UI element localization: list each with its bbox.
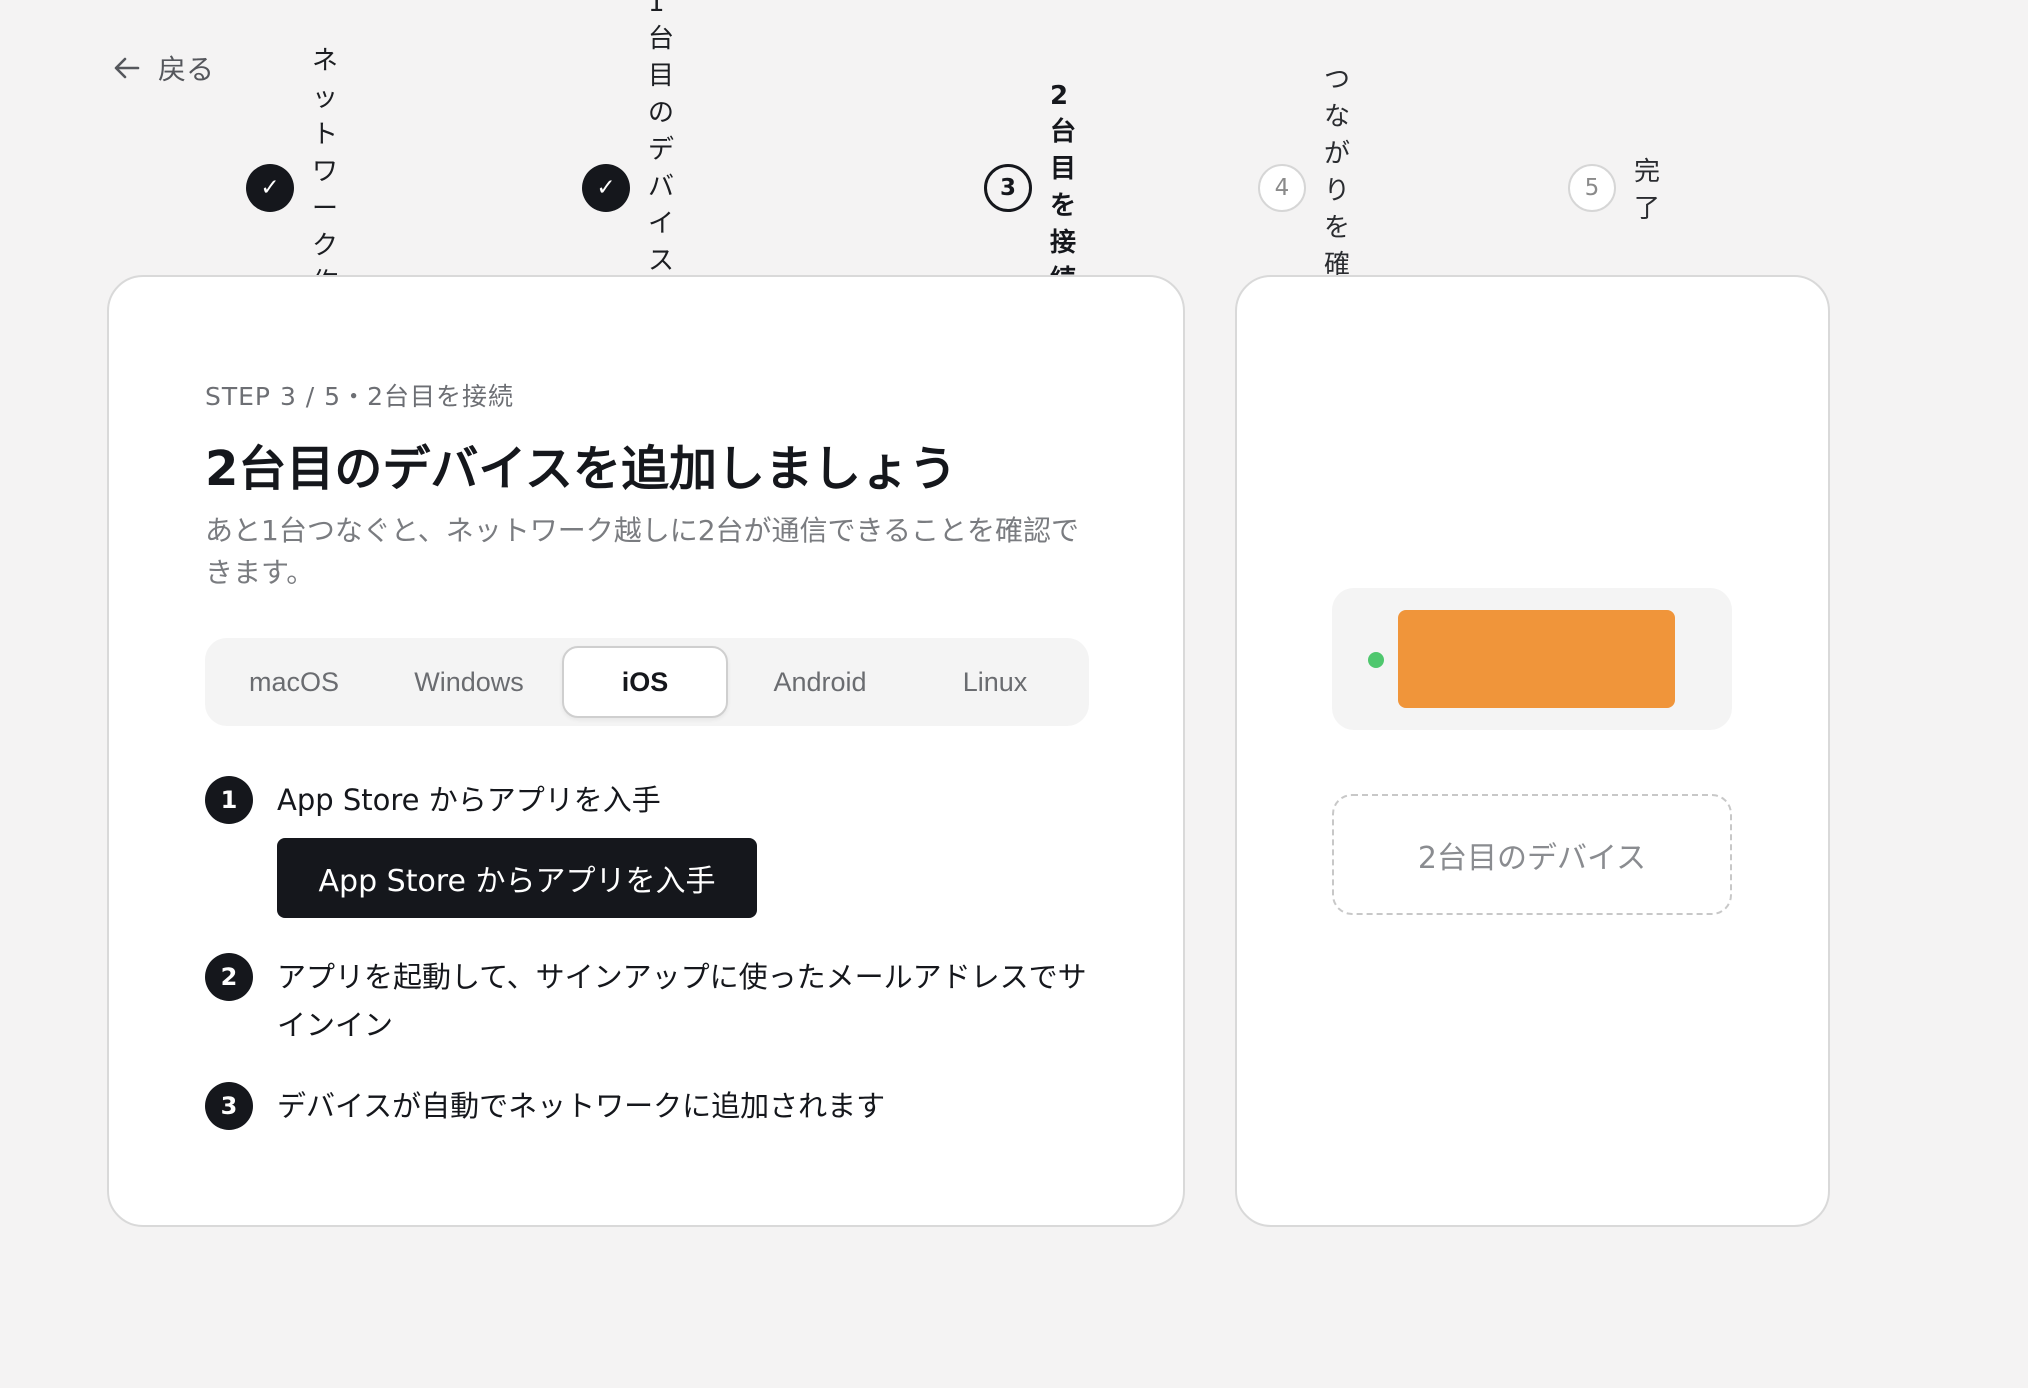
instruction-number: 1 xyxy=(205,776,253,824)
step-label: 2台目を接続 xyxy=(1050,80,1077,295)
step-second-device: 3 2台目を接続 xyxy=(984,81,1076,295)
instruction-number: 3 xyxy=(205,1082,253,1130)
instruction-text: デバイスが自動でネットワークに追加されます xyxy=(277,1089,886,1123)
tab-android[interactable]: Android xyxy=(737,646,903,718)
device-preview-card: 2台目のデバイス xyxy=(1235,275,1830,1227)
instruction-text: アプリを起動して、サインアップに使ったメールアドレスでサインイン xyxy=(277,960,1087,1042)
arrow-left-icon xyxy=(114,57,140,79)
step-number: 3 xyxy=(984,164,1032,212)
instruction-text: App Store からアプリを入手 xyxy=(277,783,661,817)
setup-card: STEP 3 / 5・2台目を接続 2台目のデバイスを追加しましょう あと1台つ… xyxy=(107,275,1185,1227)
step-complete: 5 完了 xyxy=(1568,157,1660,224)
instruction-number: 2 xyxy=(205,953,253,1001)
step-label: 完了 xyxy=(1634,157,1661,224)
step-number: 4 xyxy=(1258,164,1306,212)
second-device-placeholder: 2台目のデバイス xyxy=(1332,794,1732,915)
step-verify-connection: 4 つながりを確認 xyxy=(1258,65,1350,317)
page-description: あと1台つなぐと、ネットワーク越しに2台が通信できることを確認できます。 xyxy=(205,514,1079,589)
page-title: 2台目のデバイスを追加しましょう xyxy=(205,441,957,497)
back-link[interactable]: 戻る xyxy=(114,48,214,88)
get-app-button[interactable]: App Store からアプリを入手 xyxy=(277,838,757,918)
tab-macos[interactable]: macOS xyxy=(211,646,377,718)
online-status-dot xyxy=(1368,652,1384,668)
device-name-bar xyxy=(1398,610,1675,708)
step-check-icon: ✓ xyxy=(246,164,294,212)
step-network-create: ✓ ネットワーク作成 xyxy=(246,46,338,335)
step-number: 5 xyxy=(1568,164,1616,212)
tab-linux[interactable]: Linux xyxy=(912,646,1078,718)
tab-windows[interactable]: Windows xyxy=(386,646,552,718)
back-label: 戻る xyxy=(158,53,215,86)
os-tab-bar: macOS Windows iOS Android Linux xyxy=(205,638,1089,726)
step-first-device: ✓ 1台目のデバイスを接続 xyxy=(582,0,674,387)
step-check-icon: ✓ xyxy=(582,164,630,212)
step-eyebrow: STEP 3 / 5・2台目を接続 xyxy=(205,382,514,411)
first-device-tile xyxy=(1332,588,1732,730)
tab-ios[interactable]: iOS xyxy=(562,646,728,718)
